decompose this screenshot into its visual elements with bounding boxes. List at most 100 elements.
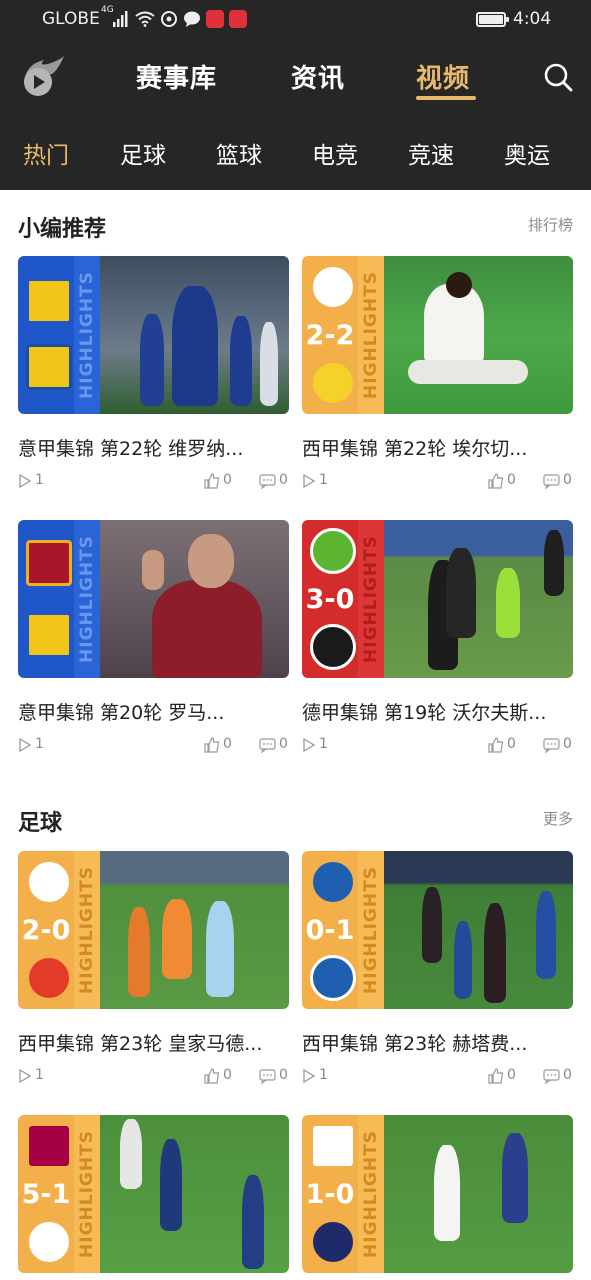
highlights-banner: HIGHLIGHTS bbox=[74, 520, 100, 678]
comment-icon[interactable] bbox=[543, 1069, 560, 1084]
match-photo bbox=[100, 851, 289, 1009]
parma-crest bbox=[26, 344, 72, 390]
player-figure bbox=[140, 314, 164, 406]
play-count-icon bbox=[303, 1069, 316, 1083]
comment-icon[interactable] bbox=[543, 474, 560, 489]
highlights-banner: HIGHLIGHTS bbox=[358, 851, 384, 1009]
verona-crest bbox=[26, 612, 72, 658]
like-icon[interactable] bbox=[488, 473, 504, 489]
play-count-icon bbox=[303, 738, 316, 752]
section-title-editor-picks: 小编推荐 bbox=[18, 217, 107, 242]
player-figure bbox=[260, 322, 278, 406]
ranking-link[interactable]: 排行榜 bbox=[528, 214, 573, 235]
comment-count: 0 bbox=[563, 1067, 572, 1083]
play-count: 1 bbox=[35, 472, 44, 488]
player-figure bbox=[434, 1145, 460, 1241]
video-title[interactable]: 意甲集锦 第22轮 维罗纳... bbox=[18, 434, 289, 461]
player-head bbox=[446, 272, 472, 298]
highlights-banner: HIGHLIGHTS bbox=[358, 520, 384, 678]
tab-news[interactable]: 资讯 bbox=[291, 58, 345, 95]
signal-icon bbox=[113, 11, 128, 27]
category-football[interactable]: 足球 bbox=[120, 136, 166, 170]
video-thumbnail[interactable]: 2-0 HIGHLIGHTS bbox=[18, 851, 289, 1009]
like-icon[interactable] bbox=[204, 473, 220, 489]
video-title[interactable]: 意甲集锦 第20轮 罗马... bbox=[18, 698, 289, 725]
villarreal-crest bbox=[310, 360, 356, 406]
player-figure bbox=[120, 1119, 142, 1189]
roma-crest bbox=[26, 540, 72, 586]
flaming-ball-logo[interactable] bbox=[18, 52, 66, 100]
category-racing[interactable]: 竞速 bbox=[408, 136, 454, 170]
video-title[interactable]: 西甲集锦 第22轮 埃尔切... bbox=[302, 434, 573, 461]
video-page: GLOBE 4G 4:04 赛事库 资讯 视频 热门 足球 篮球 电竞 竞速 奥… bbox=[0, 0, 591, 1280]
video-thumbnail[interactable]: 0-1 HIGHLIGHTS bbox=[302, 851, 573, 1009]
video-thumbnail[interactable]: 1-0 HIGHLIGHTS bbox=[302, 1115, 573, 1273]
play-count-icon bbox=[19, 474, 32, 488]
section-title-football: 足球 bbox=[18, 811, 63, 836]
like-icon[interactable] bbox=[204, 737, 220, 753]
player-figure bbox=[484, 903, 506, 1003]
play-count: 1 bbox=[319, 1067, 328, 1083]
video-thumbnail[interactable]: 3-0 HIGHLIGHTS bbox=[302, 520, 573, 678]
video-thumbnail[interactable]: 5-1 HIGHLIGHTS bbox=[18, 1115, 289, 1273]
player-figure bbox=[160, 1139, 182, 1231]
video-title[interactable]: 德甲集锦 第19轮 沃尔夫斯... bbox=[302, 698, 573, 725]
tab-video[interactable]: 视频 bbox=[416, 58, 470, 95]
player-figure bbox=[446, 548, 476, 638]
valencia-crest bbox=[26, 955, 72, 1001]
player-figure bbox=[536, 891, 556, 979]
comment-count: 0 bbox=[279, 1067, 288, 1083]
category-basketball[interactable]: 篮球 bbox=[216, 136, 262, 170]
category-hot[interactable]: 热门 bbox=[23, 136, 69, 170]
chat-icon bbox=[184, 11, 200, 27]
real-sociedad-crest bbox=[310, 955, 356, 1001]
comment-count: 0 bbox=[279, 472, 288, 488]
play-count: 1 bbox=[319, 736, 328, 752]
play-count: 1 bbox=[35, 736, 44, 752]
comment-icon[interactable] bbox=[543, 738, 560, 753]
match-photo bbox=[100, 256, 289, 414]
like-count: 0 bbox=[507, 472, 516, 488]
more-link[interactable]: 更多 bbox=[543, 808, 573, 829]
play-count-icon bbox=[303, 474, 316, 488]
tab-event-library[interactable]: 赛事库 bbox=[136, 58, 217, 95]
match-score: 2-0 bbox=[21, 915, 71, 946]
player-figure bbox=[496, 568, 520, 638]
wifi-icon bbox=[135, 11, 155, 27]
match-photo bbox=[100, 520, 289, 678]
video-title[interactable]: 西甲集锦 第23轮 赫塔费... bbox=[302, 1029, 573, 1056]
carrier-name: GLOBE bbox=[42, 9, 100, 29]
status-bar: GLOBE 4G 4:04 bbox=[0, 0, 591, 40]
alaves-crest bbox=[26, 1219, 72, 1265]
video-stats: 1 0 0 bbox=[302, 472, 573, 490]
like-icon[interactable] bbox=[488, 1068, 504, 1084]
player-figure bbox=[230, 316, 252, 406]
video-thumbnail[interactable]: 2-2 HIGHLIGHTS bbox=[302, 256, 573, 414]
clock: 4:04 bbox=[513, 9, 552, 29]
player-figure bbox=[152, 580, 262, 678]
comment-icon[interactable] bbox=[259, 738, 276, 753]
match-photo bbox=[100, 1115, 289, 1273]
comment-icon[interactable] bbox=[259, 1069, 276, 1084]
match-score: 5-1 bbox=[21, 1179, 71, 1210]
play-count-icon bbox=[19, 1069, 32, 1083]
video-thumbnail[interactable]: HIGHLIGHTS bbox=[18, 256, 289, 414]
video-title[interactable]: 西甲集锦 第23轮 皇家马德... bbox=[18, 1029, 289, 1056]
search-icon[interactable] bbox=[543, 62, 573, 92]
video-stats: 1 0 0 bbox=[18, 1067, 289, 1085]
category-olympics[interactable]: 奥运 bbox=[504, 136, 550, 170]
match-score: 0-1 bbox=[305, 915, 355, 946]
video-stats: 1 0 0 bbox=[18, 472, 289, 490]
like-icon[interactable] bbox=[488, 737, 504, 753]
barcelona-crest bbox=[26, 1123, 72, 1169]
match-photo bbox=[384, 1115, 573, 1273]
like-icon[interactable] bbox=[204, 1068, 220, 1084]
getafe-crest bbox=[310, 859, 356, 905]
comment-icon[interactable] bbox=[259, 474, 276, 489]
vpn-icon bbox=[161, 11, 177, 27]
category-esports[interactable]: 电竞 bbox=[312, 136, 358, 170]
player-figure bbox=[162, 899, 192, 979]
video-thumbnail[interactable]: HIGHLIGHTS bbox=[18, 520, 289, 678]
sevilla-crest bbox=[310, 1123, 356, 1169]
match-score: 2-2 bbox=[305, 320, 355, 351]
